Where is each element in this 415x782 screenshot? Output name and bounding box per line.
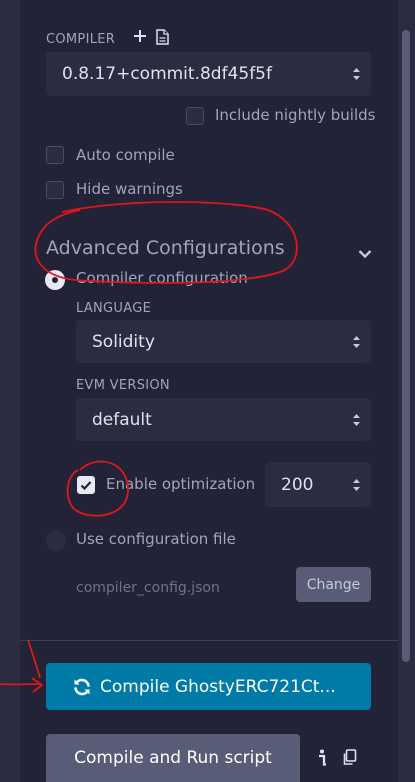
include-nightly-checkbox[interactable] (186, 107, 204, 125)
auto-compile-label: Auto compile (76, 146, 175, 164)
scrollbar-thumb[interactable] (402, 30, 410, 662)
language-select[interactable]: Solidity (76, 320, 371, 363)
config-file-name: compiler_config.json (76, 580, 220, 596)
sync-icon (74, 678, 90, 695)
compiler-label: COMPILER (46, 32, 116, 47)
advanced-configurations-title[interactable]: Advanced Configurations (46, 237, 285, 259)
select-arrows-icon (353, 335, 360, 348)
hide-warnings-checkbox[interactable] (46, 181, 64, 199)
divider (20, 640, 398, 641)
compiler-configuration-label: Compiler configuration (76, 269, 248, 287)
stepper-arrows-icon[interactable] (352, 478, 361, 492)
file-icon[interactable] (156, 29, 169, 49)
evm-version-select[interactable]: default (76, 398, 371, 441)
language-value: Solidity (92, 331, 155, 352)
compiler-configuration-radio[interactable] (45, 270, 65, 290)
language-label: LANGUAGE (76, 301, 152, 316)
add-compiler-icon[interactable] (133, 28, 147, 47)
checkmark-icon (80, 481, 92, 491)
use-configuration-file-label: Use configuration file (76, 530, 236, 548)
compiler-version-value: 0.8.17+commit.8df45f5f (62, 64, 272, 84)
compile-button[interactable]: Compile GhostyERC721Ct... (46, 663, 371, 710)
compiler-version-select[interactable]: 0.8.17+commit.8df45f5f (46, 52, 371, 96)
info-icon[interactable] (317, 749, 327, 771)
select-arrows-icon (353, 413, 360, 426)
use-configuration-file-radio[interactable] (46, 531, 66, 551)
evm-version-label: EVM VERSION (76, 378, 170, 393)
optimization-runs-input[interactable]: 200 (265, 462, 371, 507)
chevron-down-icon[interactable] (358, 244, 372, 263)
left-gutter (0, 0, 20, 782)
select-arrows-icon (353, 68, 360, 80)
include-nightly-label: Include nightly builds (215, 106, 376, 124)
optimization-runs-value: 200 (281, 474, 314, 495)
change-config-file-button[interactable]: Change (296, 567, 371, 602)
enable-optimization-checkbox[interactable] (77, 476, 95, 494)
copy-icon[interactable] (342, 749, 357, 770)
auto-compile-checkbox[interactable] (46, 146, 64, 164)
hide-warnings-label: Hide warnings (76, 180, 183, 198)
compile-and-run-button[interactable]: Compile and Run script (46, 734, 300, 782)
compile-button-label: Compile GhostyERC721Ct... (100, 676, 336, 697)
evm-version-value: default (92, 409, 152, 430)
enable-optimization-label: Enable optimization (106, 475, 256, 493)
